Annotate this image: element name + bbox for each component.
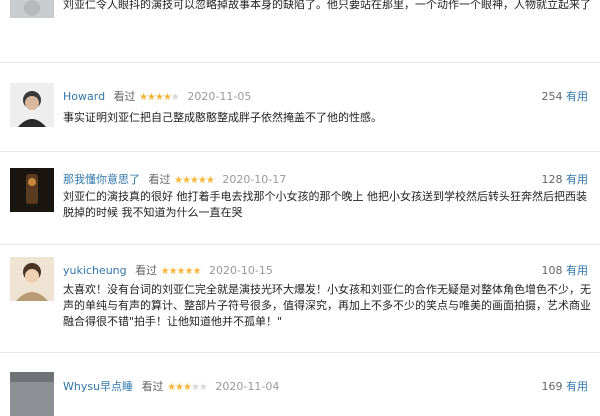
review-text: 太喜欢！没有台词的刘亚仁完全就是演技光环大爆发！小女孩和刘亚仁的合作无疑是对整体… <box>63 283 591 328</box>
star-icon: ★ <box>170 92 180 103</box>
username-link[interactable]: Howard <box>63 90 105 103</box>
divider <box>0 151 600 152</box>
vote-area: 254 有用 <box>542 88 589 104</box>
star-icon: ★★★★★ <box>160 266 202 277</box>
user-avatar-icon <box>10 83 54 127</box>
useful-button[interactable]: 有用 <box>566 264 588 277</box>
watched-label: 看过 <box>141 380 164 393</box>
rating-stars: ★★★★★ <box>167 382 208 393</box>
review-meta: 那我懂你意思了 看过 ★★★★★ 2020-10-17 <box>63 171 286 187</box>
useful-button[interactable]: 有用 <box>566 173 588 186</box>
divider <box>0 62 600 63</box>
useful-button[interactable]: 有用 <box>566 90 588 103</box>
vote-area: 128 有用 <box>542 171 589 187</box>
review-text: 刘亚仁令人眼抖的演技可以忽略掉故事本身的缺陷了。他只要站在那里，一个动作一个眼神… <box>63 0 591 11</box>
avatar[interactable] <box>10 0 54 18</box>
divider <box>0 352 600 353</box>
user-avatar-icon <box>10 0 54 18</box>
user-avatar-icon <box>10 168 54 212</box>
star-icon: ★★★★ <box>139 92 172 103</box>
username-link[interactable]: Whysu早点睡 <box>63 380 133 393</box>
watched-label: 看过 <box>113 90 136 103</box>
review-date: 2020-10-15 <box>208 264 273 277</box>
review-date: 2020-10-17 <box>222 173 287 186</box>
review-date: 2020-11-05 <box>187 90 252 103</box>
user-avatar-icon <box>10 257 54 301</box>
vote-count: 169 <box>541 380 563 393</box>
review-meta: yukicheung 看过 ★★★★★ 2020-10-15 <box>63 262 273 278</box>
review-meta: Whysu早点睡 看过 ★★★★★ 2020-11-04 <box>63 378 279 394</box>
username-link[interactable]: 那我懂你意思了 <box>63 173 140 186</box>
vote-count: 108 <box>541 264 563 277</box>
vote-count: 254 <box>541 90 563 103</box>
vote-area: 108 有用 <box>542 262 589 278</box>
avatar[interactable] <box>10 257 54 301</box>
review-date: 2020-11-04 <box>215 380 280 393</box>
star-icon: ★★ <box>190 382 208 393</box>
avatar[interactable] <box>10 372 54 416</box>
star-icon: ★★★★★ <box>174 175 215 186</box>
rating-stars: ★★★★★ <box>160 266 202 277</box>
review-text: 刘亚仁的演技真的很好 他打着手电去找那个小女孩的那个晚上 他把小女孩送到学校然后… <box>63 190 587 219</box>
vote-count: 128 <box>541 173 563 186</box>
review-text: 事实证明刘亚仁把自己整成憨憨整成胖子依然掩盖不了他的性感。 <box>63 111 382 124</box>
watched-label: 看过 <box>135 264 158 277</box>
username-link[interactable]: yukicheung <box>63 264 127 277</box>
avatar[interactable] <box>10 83 54 127</box>
divider <box>0 244 600 245</box>
avatar[interactable] <box>10 168 54 212</box>
star-icon: ★★★ <box>167 382 192 393</box>
review-meta: Howard 看过 ★★★★★ 2020-11-05 <box>63 88 251 104</box>
useful-button[interactable]: 有用 <box>566 380 588 393</box>
rating-stars: ★★★★★ <box>174 175 215 186</box>
rating-stars: ★★★★★ <box>139 92 180 103</box>
vote-area: 169 有用 <box>542 378 589 394</box>
user-avatar-icon <box>10 372 54 416</box>
watched-label: 看过 <box>148 173 171 186</box>
